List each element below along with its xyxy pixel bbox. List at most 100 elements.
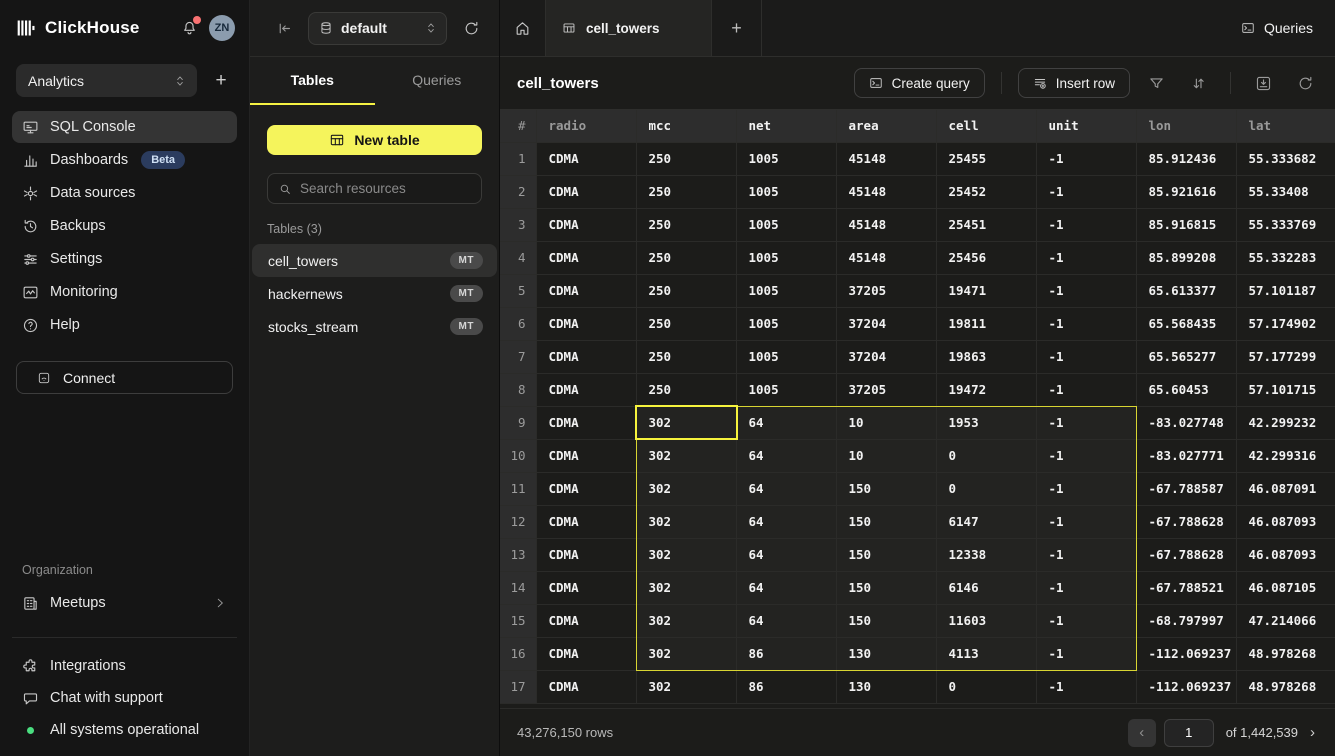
cell-area[interactable]: 130: [836, 637, 936, 670]
cell-net[interactable]: 1005: [736, 142, 836, 175]
column-header-lat[interactable]: lat: [1236, 110, 1335, 142]
cell-radio[interactable]: CDMA: [536, 340, 636, 373]
new-tab-button[interactable]: +: [712, 0, 762, 56]
cell-radio[interactable]: CDMA: [536, 472, 636, 505]
cell-radio[interactable]: CDMA: [536, 637, 636, 670]
cell-cell[interactable]: 19472: [936, 373, 1036, 406]
cell-cell[interactable]: 25455: [936, 142, 1036, 175]
cell-area[interactable]: 150: [836, 472, 936, 505]
sidebar-item-dashboards[interactable]: Dashboards Beta: [12, 144, 237, 176]
cell-area[interactable]: 45148: [836, 175, 936, 208]
cell-mcc[interactable]: 250: [636, 175, 736, 208]
column-header-lon[interactable]: lon: [1136, 110, 1236, 142]
row-number[interactable]: 8: [500, 373, 536, 406]
cell-area[interactable]: 37204: [836, 307, 936, 340]
cell-net[interactable]: 64: [736, 538, 836, 571]
cell-lat[interactable]: 55.333769: [1236, 208, 1335, 241]
sidebar-item-backups[interactable]: Backups: [12, 210, 237, 242]
search-resources-input[interactable]: [300, 181, 471, 196]
cell-lon[interactable]: -67.788521: [1136, 571, 1236, 604]
cell-unit[interactable]: -1: [1036, 208, 1136, 241]
status-indicator[interactable]: All systems operational: [12, 714, 237, 746]
cell-cell[interactable]: 6146: [936, 571, 1036, 604]
cell-radio[interactable]: CDMA: [536, 439, 636, 472]
row-number[interactable]: 2: [500, 175, 536, 208]
cell-lon[interactable]: -68.797997: [1136, 604, 1236, 637]
cell-net[interactable]: 1005: [736, 208, 836, 241]
cell-area[interactable]: 150: [836, 571, 936, 604]
refresh-data-button[interactable]: [1289, 68, 1321, 98]
cell-lon[interactable]: -112.069237: [1136, 637, 1236, 670]
sidebar-item-settings[interactable]: Settings: [12, 243, 237, 275]
cell-lon[interactable]: -83.027771: [1136, 439, 1236, 472]
cell-lon[interactable]: 85.899208: [1136, 241, 1236, 274]
cell-area[interactable]: 45148: [836, 208, 936, 241]
column-header-index[interactable]: #: [500, 110, 536, 142]
row-number[interactable]: 10: [500, 439, 536, 472]
cell-unit[interactable]: -1: [1036, 604, 1136, 637]
tab-queries[interactable]: Queries: [375, 57, 500, 105]
cell-area[interactable]: 10: [836, 439, 936, 472]
refresh-tables-button[interactable]: [457, 14, 485, 42]
cell-lon[interactable]: 65.613377: [1136, 274, 1236, 307]
cell-lat[interactable]: 55.333682: [1236, 142, 1335, 175]
cell-unit[interactable]: -1: [1036, 307, 1136, 340]
cell-radio[interactable]: CDMA: [536, 571, 636, 604]
cell-area[interactable]: 37205: [836, 373, 936, 406]
cell-radio[interactable]: CDMA: [536, 604, 636, 637]
insert-row-button[interactable]: Insert row: [1018, 68, 1130, 98]
cell-net[interactable]: 64: [736, 505, 836, 538]
cell-cell[interactable]: 6147: [936, 505, 1036, 538]
cell-lon[interactable]: -83.027748: [1136, 406, 1236, 439]
cell-cell[interactable]: 0: [936, 472, 1036, 505]
cell-radio[interactable]: CDMA: [536, 406, 636, 439]
cell-lon[interactable]: -67.788628: [1136, 538, 1236, 571]
cell-net[interactable]: 1005: [736, 307, 836, 340]
table-list-item-hackernews[interactable]: hackernews MT: [252, 277, 497, 310]
cell-net[interactable]: 1005: [736, 340, 836, 373]
cell-area[interactable]: 37205: [836, 274, 936, 307]
cell-cell[interactable]: 19811: [936, 307, 1036, 340]
cell-lat[interactable]: 42.299232: [1236, 406, 1335, 439]
cell-cell[interactable]: 0: [936, 670, 1036, 703]
column-header-mcc[interactable]: mcc: [636, 110, 736, 142]
cell-net[interactable]: 64: [736, 604, 836, 637]
table-list-item-cell-towers[interactable]: cell_towers MT: [252, 244, 497, 277]
cell-lat[interactable]: 46.087091: [1236, 472, 1335, 505]
cell-lat[interactable]: 47.214066: [1236, 604, 1335, 637]
cell-unit[interactable]: -1: [1036, 472, 1136, 505]
cell-lat[interactable]: 46.087093: [1236, 505, 1335, 538]
cell-net[interactable]: 86: [736, 637, 836, 670]
cell-mcc[interactable]: 302: [636, 505, 736, 538]
cell-cell[interactable]: 11603: [936, 604, 1036, 637]
cell-mcc[interactable]: 302: [636, 670, 736, 703]
cell-mcc[interactable]: 250: [636, 307, 736, 340]
cell-lat[interactable]: 46.087105: [1236, 571, 1335, 604]
cell-radio[interactable]: CDMA: [536, 208, 636, 241]
cell-radio[interactable]: CDMA: [536, 241, 636, 274]
cell-area[interactable]: 45148: [836, 241, 936, 274]
notifications-button[interactable]: [178, 17, 200, 39]
connect-button[interactable]: Connect: [16, 361, 233, 394]
cell-radio[interactable]: CDMA: [536, 274, 636, 307]
sort-button[interactable]: [1182, 68, 1214, 98]
cell-lon[interactable]: 85.912436: [1136, 142, 1236, 175]
cell-area[interactable]: 37204: [836, 340, 936, 373]
page-number-input[interactable]: [1164, 719, 1214, 747]
database-select[interactable]: default: [308, 12, 447, 45]
row-number[interactable]: 9: [500, 406, 536, 439]
cell-mcc[interactable]: 250: [636, 142, 736, 175]
cell-mcc[interactable]: 302: [636, 538, 736, 571]
cell-area[interactable]: 150: [836, 538, 936, 571]
cell-lat[interactable]: 42.299316: [1236, 439, 1335, 472]
sidebar-item-sql-console[interactable]: SQL Console: [12, 111, 237, 143]
cell-lat[interactable]: 57.174902: [1236, 307, 1335, 340]
cell-unit[interactable]: -1: [1036, 637, 1136, 670]
cell-lon[interactable]: -112.069237: [1136, 670, 1236, 703]
cell-mcc[interactable]: 250: [636, 274, 736, 307]
cell-mcc[interactable]: 250: [636, 340, 736, 373]
cell-cell[interactable]: 0: [936, 439, 1036, 472]
prev-page-button[interactable]: ‹: [1128, 719, 1156, 747]
row-number[interactable]: 17: [500, 670, 536, 703]
sidebar-item-monitoring[interactable]: Monitoring: [12, 276, 237, 308]
